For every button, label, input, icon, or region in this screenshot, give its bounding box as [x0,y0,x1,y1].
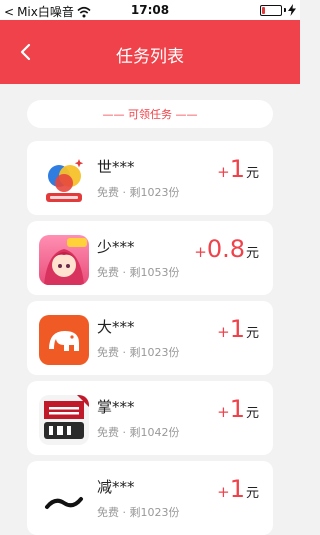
reward-plus: + [217,483,230,501]
tilde-logo-icon [39,475,89,525]
task-fee: 免费 [97,426,119,439]
reward-amount: 1 [229,155,245,183]
task-fee: 免费 [97,186,119,199]
header-bar: 任务列表 [0,20,300,84]
section-label-pill: —— 可领任务 —— [27,100,273,128]
task-name: 世*** [97,158,135,176]
task-fee: 免费 [97,506,119,519]
reward-unit: 元 [245,166,259,181]
task-name: 减*** [97,478,135,496]
meta-separator: · [122,186,130,199]
meta-separator: · [122,266,130,279]
reward-plus: + [217,323,230,341]
task-remaining: 剩1023份 [129,506,180,519]
reward-plus: + [217,163,230,181]
task-reward: + 1 元 [217,475,259,503]
task-card[interactable]: 掌*** 免费 · 剩1042份 + 1 元 [27,381,273,455]
task-remaining: 剩1023份 [129,346,180,359]
reward-plus: + [194,243,207,261]
task-card[interactable]: 减*** 免费 · 剩1023份 + 1 元 [27,461,273,535]
battery-icon [260,4,282,16]
task-meta: 免费 · 剩1023份 [97,504,180,520]
status-bar: < Mix白噪音 17:08 [0,0,300,20]
task-reward: + 1 元 [217,315,259,343]
anime-game-icon [39,235,89,285]
meta-separator: · [122,506,130,519]
task-card[interactable]: 大*** 免费 · 剩1023份 + 1 元 [27,301,273,375]
task-card[interactable]: 世*** 免费 · 剩1023份 + 1 元 [27,141,273,215]
task-meta: 免费 · 剩1023份 [97,344,180,360]
reward-unit: 元 [245,406,259,421]
charging-bolt-icon [288,4,296,16]
reward-amount: 1 [229,395,245,423]
reward-unit: 元 [245,486,259,501]
reward-amount: 1 [229,475,245,503]
section-label: —— 可领任务 —— [102,108,198,121]
elephant-icon [39,315,89,365]
map-globe-icon [39,155,89,205]
task-remaining: 剩1042份 [129,426,180,439]
task-card[interactable]: 少*** 免费 · 剩1053份 + 0.8 元 [27,221,273,295]
battery-tip [284,8,286,12]
task-meta: 免费 · 剩1023份 [97,184,180,200]
task-reward: + 1 元 [217,155,259,183]
status-right [260,4,296,16]
task-name: 掌*** [97,398,135,416]
task-reward: + 1 元 [217,395,259,423]
reward-amount: 1 [229,315,245,343]
task-meta: 免费 · 剩1042份 [97,424,180,440]
reward-plus: + [217,403,230,421]
clock: 17:08 [130,3,170,17]
meta-separator: · [122,426,130,439]
zhangmen-1v1-icon [39,395,89,445]
task-fee: 免费 [97,346,119,359]
reward-unit: 元 [245,246,259,261]
reward-unit: 元 [245,326,259,341]
reward-amount: 0.8 [206,235,245,263]
meta-separator: · [122,346,130,359]
task-reward: + 0.8 元 [194,235,259,263]
page-title: 任务列表 [116,47,184,67]
task-remaining: 剩1053份 [129,266,180,279]
task-meta: 免费 · 剩1053份 [97,264,180,280]
task-name: 大*** [97,318,135,336]
task-remaining: 剩1023份 [129,186,180,199]
task-name: 少*** [97,238,135,256]
task-fee: 免费 [97,266,119,279]
battery-level [262,6,265,14]
